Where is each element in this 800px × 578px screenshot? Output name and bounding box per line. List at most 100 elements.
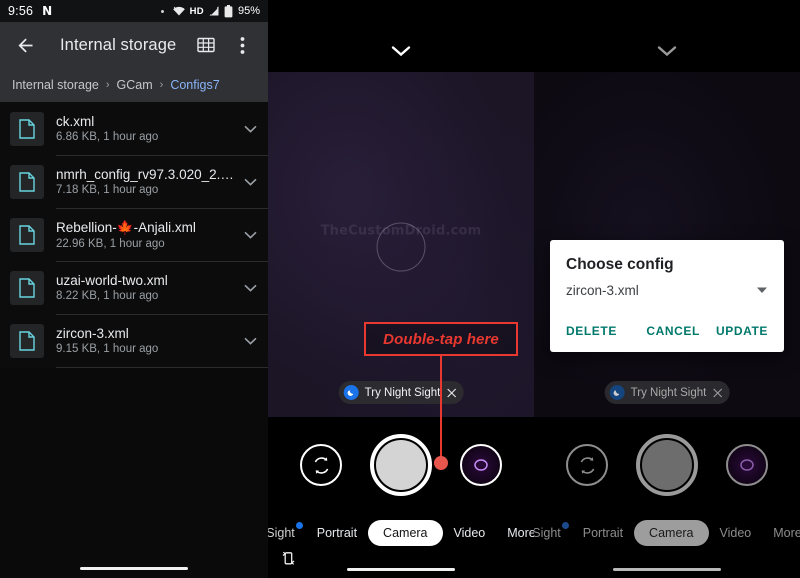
breadcrumb-item-2[interactable]: Configs7 (170, 78, 219, 92)
mode-portrait[interactable]: Portrait (572, 526, 634, 540)
table-row[interactable]: ck.xml 6.86 KB, 1 hour ago (0, 102, 268, 155)
close-icon[interactable] (712, 388, 722, 398)
rotate-screen-icon[interactable] (282, 551, 295, 571)
breadcrumb-item-1[interactable]: GCam (117, 78, 153, 92)
page-title: Internal storage (60, 35, 177, 54)
toolbar-actions (193, 32, 260, 58)
choose-config-dialog: Choose config zircon-3.xml DELETE CANCEL… (550, 240, 784, 352)
breadcrumb: Internal storage › GCam › Configs7 (0, 68, 268, 102)
lens-preview-icon[interactable] (460, 444, 502, 486)
file-xml-icon (10, 111, 44, 146)
expand-more-icon[interactable] (236, 284, 264, 292)
annotation-leader-line (440, 356, 442, 461)
mode-portrait[interactable]: Portrait (306, 526, 368, 540)
status-icons: HD 95% (160, 4, 260, 18)
file-meta: nmrh_config_rv97.3.020_2.0.x… 7.18 KB, 1… (56, 167, 236, 196)
file-name: uzai-world-two.xml (56, 273, 168, 288)
moon-icon (609, 385, 625, 400)
dot-icon (160, 9, 164, 13)
mode-more[interactable]: More (496, 526, 534, 540)
camera-top-bar (534, 0, 800, 72)
dialog-title: Choose config (566, 256, 674, 273)
expand-more-icon[interactable] (236, 178, 264, 186)
expand-more-icon[interactable] (236, 125, 264, 133)
expand-more-icon[interactable] (236, 231, 264, 239)
shutter-button[interactable] (636, 434, 698, 496)
night-sight-chip[interactable]: Try Night Sight (338, 381, 464, 404)
night-sight-label: Try Night Sight (364, 386, 441, 399)
file-list: ck.xml 6.86 KB, 1 hour ago nmrh_config_r… (0, 102, 268, 368)
cancel-button[interactable]: CANCEL (646, 324, 700, 338)
chevron-down-icon[interactable] (391, 44, 411, 62)
close-icon[interactable] (446, 388, 456, 398)
mode-camera[interactable]: Camera (368, 520, 443, 546)
config-dropdown[interactable]: zircon-3.xml (566, 281, 768, 299)
mode-video[interactable]: Video (709, 526, 763, 540)
arrow-drop-down-icon[interactable] (756, 281, 768, 299)
mode-label: Sight (268, 526, 295, 540)
battery-icon (224, 4, 233, 18)
file-subtitle: 9.15 KB, 1 hour ago (56, 343, 159, 355)
update-button[interactable]: UPDATE (716, 324, 768, 338)
mode-more[interactable]: More (762, 526, 800, 540)
back-arrow-icon[interactable] (12, 32, 38, 58)
file-manager-toolbar: Internal storage (0, 22, 268, 68)
camera-mode-selector: Sight Portrait Camera Video More (268, 513, 534, 553)
screenshot-root: 9:56 N HD 95% Internal storage Internal … (0, 0, 800, 578)
file-xml-icon (10, 323, 44, 358)
file-xml-icon (10, 217, 44, 252)
table-row[interactable]: nmrh_config_rv97.3.020_2.0.x… 7.18 KB, 1… (0, 155, 268, 208)
annotation-label: Double-tap here (383, 330, 499, 348)
expand-more-icon[interactable] (236, 337, 264, 345)
home-indicator (613, 567, 721, 571)
mode-sight[interactable]: Sight (534, 522, 572, 540)
camera-bottom-bar (268, 551, 534, 578)
mode-badge-dot (561, 522, 569, 529)
home-indicator (347, 567, 455, 571)
moon-icon (343, 385, 359, 400)
annotation-target-dot (434, 456, 448, 470)
status-clock: 9:56 (8, 4, 34, 18)
battery-percent: 95% (237, 5, 260, 17)
camera-panel-left: TheCustomDroid.com Try Night Sight Sight… (268, 0, 534, 578)
table-row[interactable]: Rebellion-🍁-Anjali.xml 22.96 KB, 1 hour … (0, 208, 268, 261)
file-xml-icon (10, 270, 44, 305)
file-subtitle: 6.86 KB, 1 hour ago (56, 131, 159, 143)
camera-mode-selector: Sight Portrait Camera Video More (534, 513, 800, 553)
mode-label: Sight (534, 526, 561, 540)
file-name: zircon-3.xml (56, 326, 129, 341)
mode-video[interactable]: Video (443, 526, 497, 540)
file-meta: Rebellion-🍁-Anjali.xml 22.96 KB, 1 hour … (56, 220, 236, 250)
config-selected-value: zircon-3.xml (566, 282, 639, 298)
lens-preview-icon[interactable] (726, 444, 768, 486)
night-sight-chip[interactable]: Try Night Sight (604, 381, 730, 404)
grid-view-icon[interactable] (193, 32, 219, 58)
delete-button[interactable]: DELETE (566, 324, 617, 338)
shutter-button[interactable] (370, 434, 432, 496)
chevron-down-icon[interactable] (657, 44, 677, 62)
file-meta: ck.xml 6.86 KB, 1 hour ago (56, 114, 236, 143)
table-row[interactable]: uzai-world-two.xml 8.22 KB, 1 hour ago (0, 261, 268, 314)
camera-top-bar (268, 0, 534, 72)
camera-controls (534, 417, 800, 513)
file-subtitle: 8.22 KB, 1 hour ago (56, 290, 159, 302)
file-subtitle: 7.18 KB, 1 hour ago (56, 184, 159, 196)
mode-badge-dot (295, 522, 303, 529)
file-name: nmrh_config_rv97.3.020_2.0.x… (56, 167, 234, 182)
more-vert-icon[interactable] (229, 32, 255, 58)
camera-viewfinder[interactable]: TheCustomDroid.com Try Night Sight (268, 72, 534, 417)
mode-sight[interactable]: Sight (268, 522, 306, 540)
signal-icon (208, 5, 220, 17)
nfc-icon: N (42, 4, 53, 18)
table-row[interactable]: zircon-3.xml 9.15 KB, 1 hour ago (0, 314, 268, 367)
mode-camera[interactable]: Camera (634, 520, 709, 546)
camera-flip-icon[interactable] (566, 444, 608, 486)
camera-flip-icon[interactable] (300, 444, 342, 486)
file-meta: uzai-world-two.xml 8.22 KB, 1 hour ago (56, 273, 236, 302)
annotation-callout: Double-tap here (364, 322, 518, 356)
file-name: ck.xml (56, 114, 95, 129)
hd-label: HD (189, 5, 204, 17)
breadcrumb-separator: › (105, 79, 110, 91)
file-subtitle: 22.96 KB, 1 hour ago (56, 237, 165, 250)
breadcrumb-item-0[interactable]: Internal storage (12, 78, 99, 92)
